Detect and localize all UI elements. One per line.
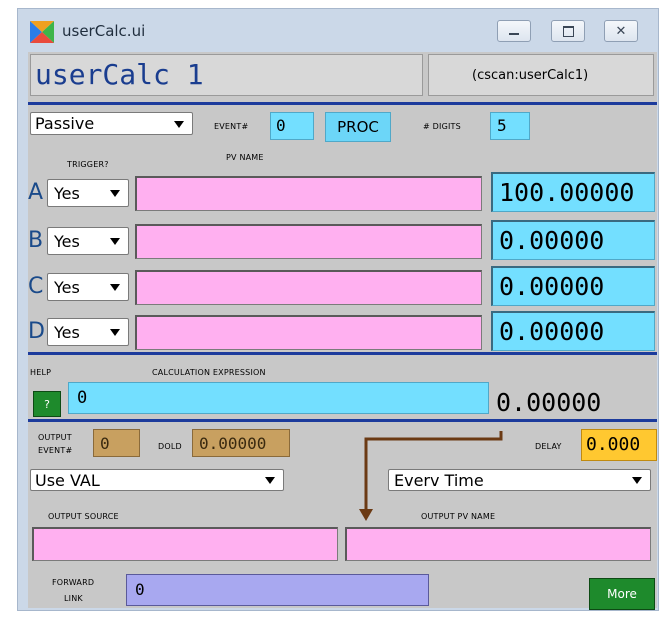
forward-link-value: 0 <box>135 580 145 599</box>
chevron-down-icon <box>110 190 120 197</box>
output-pvname-input[interactable] <box>345 527 651 561</box>
input-pv-field[interactable] <box>135 224 482 259</box>
trigger-select[interactable]: Yes <box>47 227 129 255</box>
maximize-icon <box>562 25 574 37</box>
more-label: More <box>607 587 637 601</box>
expression-label: CALCULATION EXPRESSION <box>152 368 266 377</box>
input-value: 0.00000 <box>499 317 605 346</box>
chevron-down-icon <box>110 329 120 336</box>
help-icon: ? <box>44 397 50 411</box>
delay-value: 0.000 <box>586 434 641 455</box>
separator-mid <box>28 352 657 355</box>
window-title: userCalc.ui <box>62 22 146 40</box>
event-label: EVENT# <box>214 122 249 131</box>
output-mode-select[interactable]: Use VAL <box>30 469 284 491</box>
pvname-header: PV NAME <box>226 153 264 162</box>
help-label: HELP <box>30 368 52 377</box>
output-pvname-label: OUTPUT PV NAME <box>421 512 496 521</box>
dold-label: DOLD <box>158 442 182 451</box>
input-pv-field[interactable] <box>135 270 482 305</box>
digits-value: 5 <box>497 116 507 135</box>
delay-field[interactable]: 0.000 <box>581 429 657 461</box>
output-source-label: OUTPUT SOURCE <box>48 512 119 521</box>
maximize-button[interactable] <box>551 20 585 42</box>
input-pv-field[interactable] <box>135 176 482 211</box>
trigger-header: TRIGGER? <box>67 160 109 169</box>
output-event-field[interactable]: 0 <box>93 429 140 457</box>
chevron-down-icon <box>174 120 184 128</box>
digits-field[interactable]: 5 <box>490 112 530 140</box>
output-when-value: Everv Time <box>394 470 484 490</box>
dold-value: 0.00000 <box>199 434 267 453</box>
digits-label: # DIGITS <box>423 122 461 131</box>
forward-link-label-1: FORWARD <box>52 578 95 587</box>
chevron-down-icon <box>110 284 120 291</box>
input-pv-field[interactable] <box>135 315 482 350</box>
output-event-label-2: EVENT# <box>38 446 73 455</box>
input-letter: B <box>28 228 44 253</box>
input-value: 100.00000 <box>499 178 635 207</box>
page-title: userCalc 1 <box>35 58 204 91</box>
input-letter: A <box>28 180 44 205</box>
input-value-field[interactable]: 0.00000 <box>491 220 655 260</box>
output-mode-value: Use VAL <box>35 470 100 490</box>
more-button[interactable]: More <box>589 578 655 610</box>
chevron-down-icon <box>110 238 120 245</box>
output-when-select[interactable]: Everv Time <box>388 469 651 491</box>
scan-mode-value: Passive <box>35 114 95 133</box>
trigger-select[interactable]: Yes <box>47 273 129 301</box>
calc-result: 0.00000 <box>496 388 602 417</box>
input-value-field[interactable]: 100.00000 <box>491 172 655 212</box>
forward-link-input[interactable]: 0 <box>126 574 429 606</box>
proc-label: PROC <box>337 118 379 136</box>
input-value: 0.00000 <box>499 226 605 255</box>
dold-field[interactable]: 0.00000 <box>192 429 290 457</box>
trigger-value: Yes <box>54 277 80 297</box>
delay-label: DELAY <box>535 442 562 451</box>
input-letter: D <box>28 319 45 344</box>
event-field[interactable]: 0 <box>270 112 314 140</box>
trigger-value: Yes <box>54 183 80 203</box>
event-value: 0 <box>276 116 286 135</box>
app-icon <box>30 21 54 43</box>
minimize-icon <box>509 33 519 35</box>
help-button[interactable]: ? <box>33 391 61 417</box>
minimize-button[interactable] <box>497 20 531 42</box>
output-event-value: 0 <box>100 434 110 453</box>
input-value-field[interactable]: 0.00000 <box>491 266 655 306</box>
proc-button[interactable]: PROC <box>325 112 391 142</box>
separator-lower <box>28 419 657 422</box>
forward-link-label-2: LINK <box>64 594 83 603</box>
trigger-select[interactable]: Yes <box>47 179 129 207</box>
output-event-label-1: OUTPUT <box>38 433 72 442</box>
trigger-value: Yes <box>54 231 80 251</box>
chevron-down-icon <box>632 477 642 484</box>
record-pv-label: (cscan:userCalc1) <box>472 68 589 83</box>
trigger-select[interactable]: Yes <box>47 318 129 346</box>
close-icon: ✕ <box>615 23 627 39</box>
output-source-input[interactable] <box>32 527 338 561</box>
input-value: 0.00000 <box>499 272 605 301</box>
expression-input[interactable]: 0 <box>68 382 489 414</box>
input-letter: C <box>28 274 44 299</box>
input-value-field[interactable]: 0.00000 <box>491 311 655 351</box>
chevron-down-icon <box>265 477 275 484</box>
close-button[interactable]: ✕ <box>604 20 638 42</box>
trigger-value: Yes <box>54 322 80 342</box>
separator-top <box>28 102 657 105</box>
expression-value: 0 <box>77 388 88 408</box>
scan-mode-select[interactable]: Passive <box>30 112 193 135</box>
